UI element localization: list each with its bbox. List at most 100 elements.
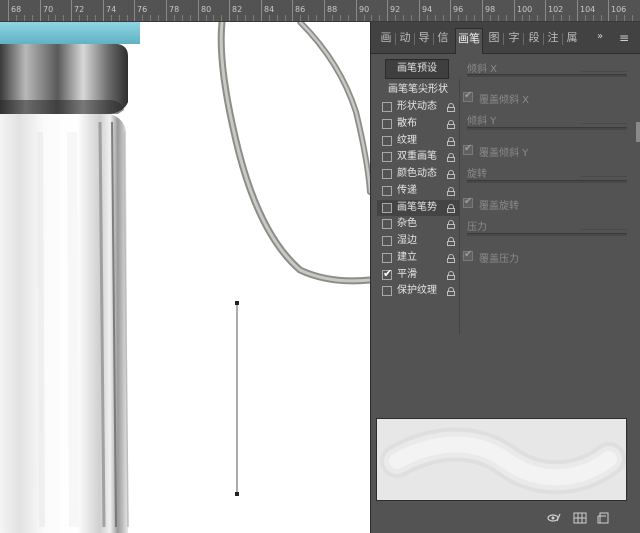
brush-option-checkbox[interactable]	[382, 102, 392, 112]
panel-tab[interactable]: 图	[487, 30, 501, 52]
panel-tab[interactable]: 属	[565, 30, 579, 52]
brush-tip-shape-header[interactable]: 画笔笔尖形状	[377, 81, 459, 99]
tilt-y-field[interactable]	[581, 112, 627, 124]
lock-icon[interactable]	[447, 119, 455, 129]
brush-option-checkbox[interactable]	[382, 152, 392, 163]
ruler-minor-tick	[340, 15, 341, 21]
tilt-x-label: 倾斜 X	[467, 64, 498, 75]
brush-option-label: 画笔笔势	[397, 201, 437, 213]
tilt-y-slider[interactable]	[467, 127, 627, 130]
brush-option-row[interactable]: ✔ 平滑	[377, 267, 459, 284]
lock-icon[interactable]	[447, 287, 455, 297]
tab-separator	[433, 33, 434, 45]
brush-option-checkbox[interactable]	[382, 169, 392, 179]
brush-option-checkbox[interactable]	[382, 118, 392, 129]
lock-icon[interactable]	[447, 203, 455, 213]
pressure-field[interactable]	[581, 218, 627, 230]
ruler-minor-tick	[466, 15, 467, 21]
tilt-x-field[interactable]	[581, 60, 627, 72]
grid-view-icon[interactable]	[573, 512, 587, 524]
brush-option-row[interactable]: 传递	[377, 183, 459, 200]
ruler-minor-tick	[127, 15, 128, 21]
override-rotation-checkbox[interactable]: ✔	[463, 196, 473, 208]
ruler-minor-tick	[506, 15, 507, 21]
brush-option-row[interactable]: 纹理	[377, 133, 459, 150]
brush-option-row[interactable]: 双重画笔	[377, 149, 459, 166]
new-brush-icon[interactable]	[597, 512, 611, 524]
panel-tab[interactable]: 段	[527, 30, 541, 52]
tilt-x-slider[interactable]	[467, 74, 627, 77]
ruler-label: 88	[327, 5, 338, 14]
ruler-minor-tick	[150, 15, 151, 21]
lock-icon[interactable]	[447, 253, 455, 263]
override-tilt-x-checkbox[interactable]: ✔	[463, 90, 473, 102]
brush-presets-button[interactable]: 画笔预设	[385, 59, 449, 79]
brush-option-checkbox[interactable]	[382, 185, 392, 196]
tab-separator	[395, 33, 396, 45]
override-tilt-y-checkbox[interactable]: ✔	[463, 143, 473, 155]
brush-option-checkbox[interactable]: ✔	[382, 267, 392, 280]
pressure-slider[interactable]	[467, 233, 627, 236]
lock-icon[interactable]	[447, 237, 455, 246]
brush-option-row[interactable]: 湿边	[377, 233, 459, 250]
brush-option-checkbox[interactable]	[382, 202, 392, 213]
brush-option-label: 湿边	[397, 235, 417, 246]
brush-option-row[interactable]: 建立	[377, 250, 459, 267]
ruler-minor-tick	[221, 15, 222, 21]
panel-tab[interactable]: 画	[379, 30, 393, 52]
override-pressure-checkbox[interactable]: ✔	[463, 249, 473, 261]
brush-option-checkbox[interactable]	[382, 286, 392, 297]
ruler-label: 104	[580, 5, 596, 14]
check-icon: ✔	[464, 143, 473, 154]
lock-icon[interactable]	[447, 103, 455, 112]
rotation-field[interactable]	[581, 165, 627, 177]
toggle-live-tip-icon[interactable]	[547, 512, 561, 524]
anchor-point-bottom[interactable]	[235, 492, 239, 496]
ruler-minor-tick	[269, 15, 270, 21]
panel-tab[interactable]: 动	[398, 30, 412, 52]
panel-tab[interactable]: 字	[507, 30, 521, 52]
panel-tab[interactable]: 信	[436, 30, 450, 52]
lock-icon[interactable]	[447, 270, 455, 280]
brush-option-row[interactable]: 颜色动态	[377, 166, 459, 183]
lock-icon[interactable]	[447, 170, 455, 179]
panel-divider	[459, 79, 460, 334]
ruler-minor-tick	[285, 15, 286, 21]
ruler-tick	[198, 0, 199, 21]
ruler-tick	[103, 0, 104, 21]
brush-option-checkbox[interactable]	[382, 219, 392, 230]
ruler-minor-tick	[427, 15, 428, 21]
lock-icon[interactable]	[447, 153, 455, 163]
ruler-minor-tick	[537, 15, 538, 21]
lock-icon[interactable]	[447, 136, 455, 146]
rotation-label: 旋转	[467, 169, 487, 180]
brush-option-row[interactable]: 保护纹理	[377, 283, 459, 300]
anchor-point-top[interactable]	[235, 301, 239, 305]
ruler-label: 78	[169, 5, 180, 14]
document-canvas[interactable]	[0, 22, 370, 533]
brush-option-row[interactable]: 散布	[377, 116, 459, 133]
brush-option-checkbox[interactable]	[382, 236, 392, 246]
brush-option-row[interactable]: 画笔笔势	[377, 199, 459, 217]
rotation-slider[interactable]	[467, 180, 627, 183]
panel-menu-icon[interactable]: ≡	[619, 31, 629, 45]
panel-tab[interactable]: 画笔	[455, 28, 483, 54]
bottle-glass-body	[0, 114, 128, 533]
more-tabs-icon[interactable]: »	[597, 31, 603, 42]
bottle-cap	[0, 22, 140, 44]
panel-tab[interactable]: 导	[417, 30, 431, 52]
brush-option-checkbox[interactable]	[382, 135, 392, 146]
ruler-minor-tick	[332, 15, 333, 21]
ruler-minor-tick	[253, 15, 254, 21]
ruler-minor-tick	[63, 15, 64, 21]
panel-tab[interactable]: 注	[546, 30, 560, 52]
brush-option-row[interactable]: 杂色	[377, 216, 459, 233]
panel-scroll-grip[interactable]	[636, 122, 640, 142]
ruler-minor-tick	[32, 15, 33, 21]
lock-icon[interactable]	[447, 220, 455, 230]
lock-icon[interactable]	[447, 186, 455, 196]
brush-option-checkbox[interactable]	[382, 252, 392, 263]
brush-option-row[interactable]: 形状动态	[377, 99, 459, 116]
ruler-minor-tick	[403, 15, 404, 21]
ruler-minor-tick	[616, 15, 617, 21]
